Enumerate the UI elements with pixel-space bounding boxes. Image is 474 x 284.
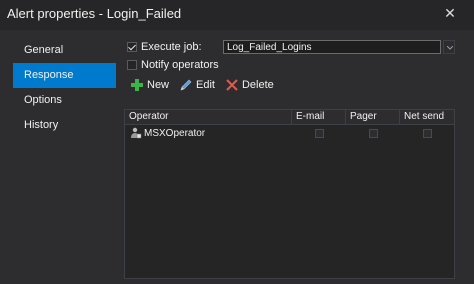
column-header-operator[interactable]: Operator [125, 110, 292, 124]
pager-checkbox[interactable] [368, 128, 378, 138]
email-checkbox[interactable] [314, 128, 324, 138]
notify-operators-checkbox[interactable] [127, 60, 137, 70]
column-header-email[interactable]: E-mail [292, 110, 346, 124]
nav-item-label: History [24, 119, 59, 131]
notify-operators-label: Notify operators [141, 59, 219, 71]
execute-job-checkbox[interactable] [127, 42, 137, 52]
new-button[interactable]: New [130, 78, 169, 92]
job-dropdown-button[interactable] [443, 40, 455, 54]
delete-button[interactable]: Delete [225, 78, 274, 92]
nav-item-general[interactable]: General [13, 38, 116, 63]
chevron-down-icon [447, 46, 453, 50]
nav-item-response[interactable]: Response [13, 63, 116, 88]
operators-table: Operator E-mail Pager Net send MSXOperat… [124, 109, 455, 279]
plus-icon [131, 79, 143, 91]
edit-button-label: Edit [196, 79, 215, 91]
nav-item-label: Options [24, 94, 62, 106]
net-send-checkbox[interactable] [422, 128, 432, 138]
job-select-value: Log_Failed_Logins [227, 41, 312, 53]
new-button-label: New [147, 79, 170, 91]
operator-name: MSXOperator [144, 127, 206, 139]
table-row[interactable]: MSXOperator [125, 125, 454, 141]
operator-icon [131, 127, 142, 139]
operator-toolbar: New Edit Delete [130, 78, 284, 92]
delete-button-label: Delete [241, 79, 274, 91]
sidebar-nav: General Response Options History [13, 38, 116, 138]
job-select[interactable]: Log_Failed_Logins [223, 40, 441, 54]
email-cell [292, 125, 346, 141]
nav-item-label: Response [24, 69, 74, 81]
execute-job-label: Execute job: [141, 41, 202, 53]
nav-item-options[interactable]: Options [13, 88, 116, 113]
pencil-icon [180, 79, 192, 91]
net-send-cell [400, 125, 454, 141]
nav-item-label: General [24, 44, 64, 56]
nav-item-history[interactable]: History [13, 113, 116, 138]
x-icon [226, 79, 238, 91]
column-header-net-send[interactable]: Net send [400, 110, 454, 124]
window-title: Alert properties - Login_Failed [7, 6, 182, 21]
column-header-pager[interactable]: Pager [346, 110, 400, 124]
notify-operators-row: Notify operators [127, 59, 219, 71]
table-header: Operator E-mail Pager Net send [125, 110, 454, 125]
edit-button[interactable]: Edit [179, 78, 215, 92]
title-bar: Alert properties - Login_Failed ✕ [0, 0, 474, 30]
close-icon[interactable]: ✕ [443, 4, 457, 22]
execute-job-row: Execute job: [127, 41, 202, 53]
operator-cell: MSXOperator [125, 125, 292, 141]
pager-cell [346, 125, 400, 141]
